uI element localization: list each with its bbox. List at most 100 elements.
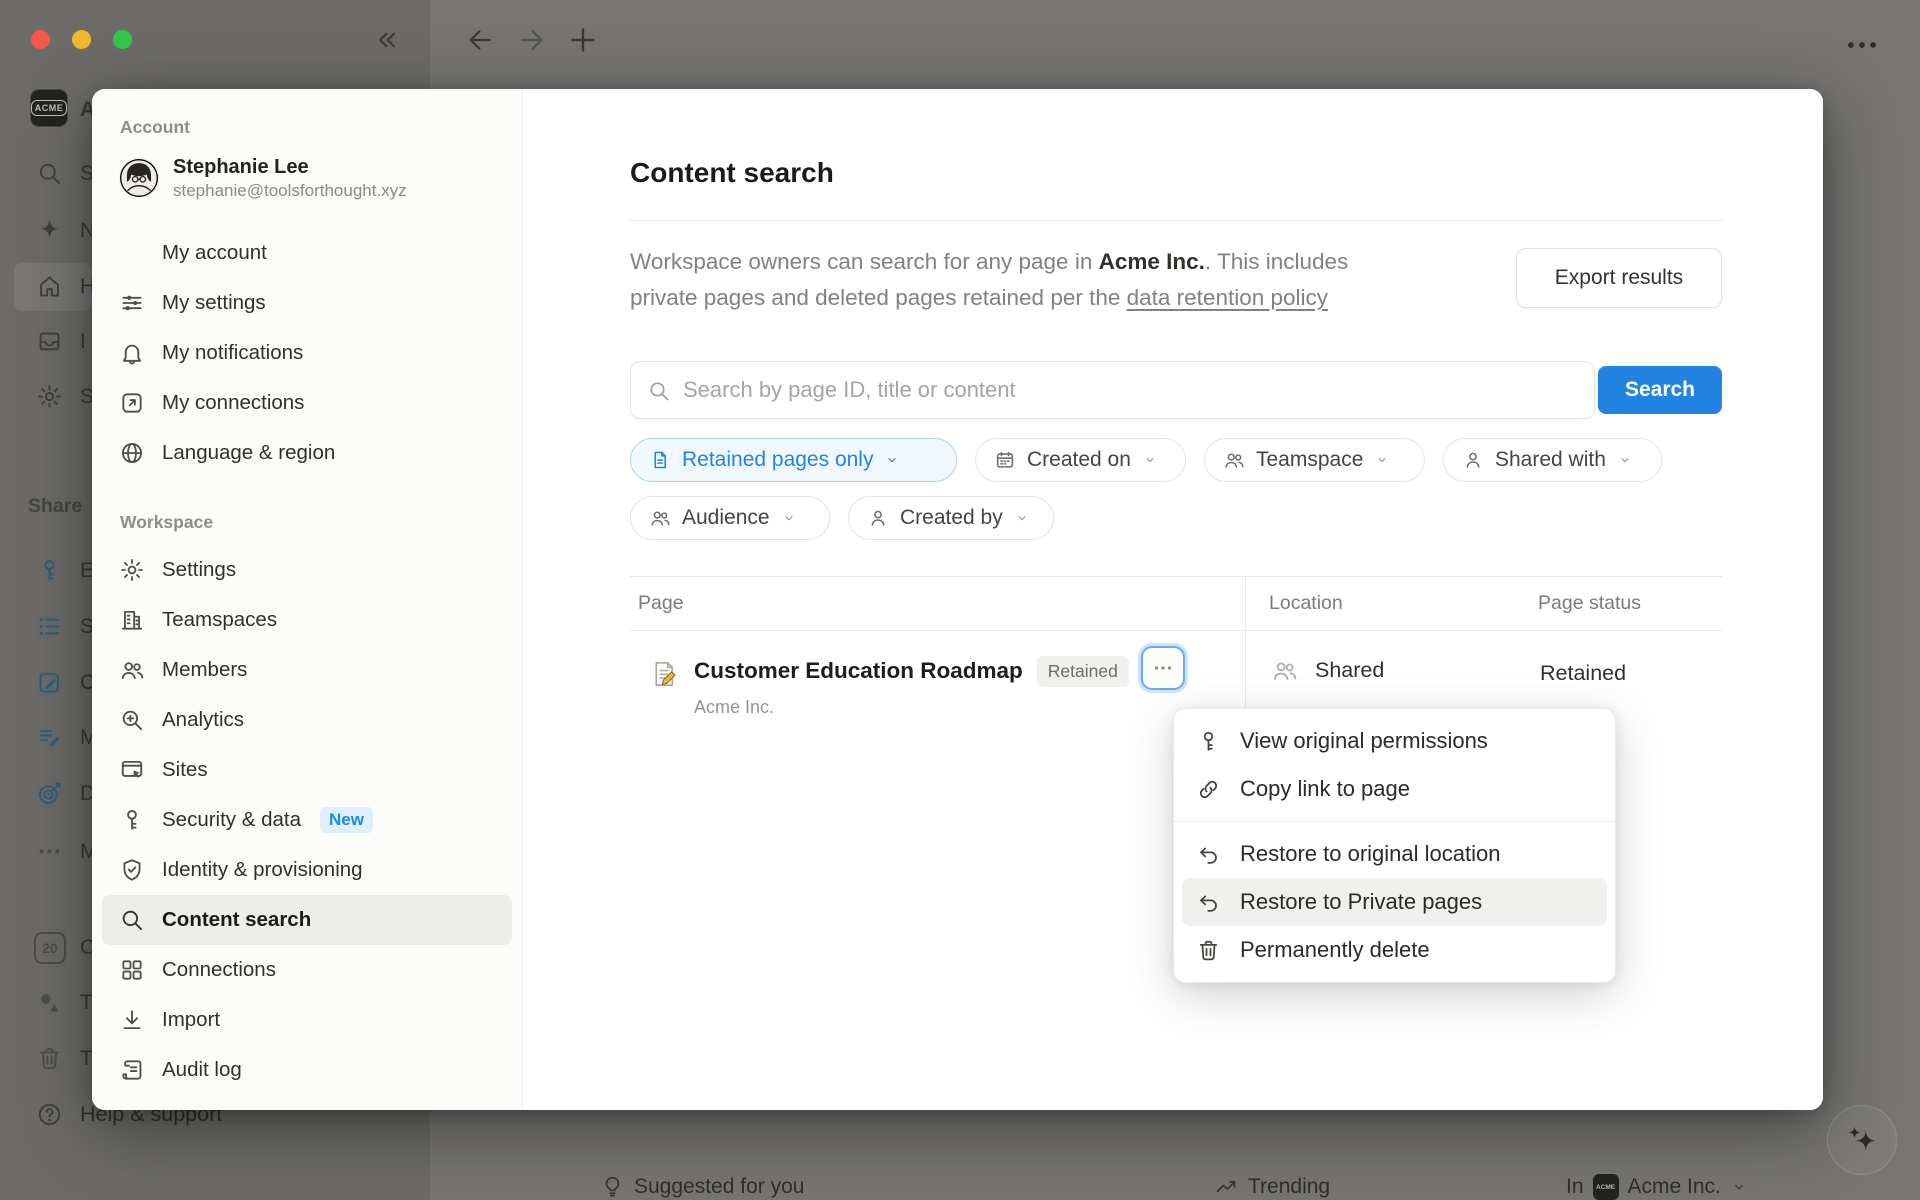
workspace-switcher-logo[interactable]: ACME (30, 89, 68, 127)
sidebar-item-connections[interactable]: Connections (102, 945, 512, 995)
share-box-icon (119, 390, 145, 416)
divider (630, 220, 1722, 221)
minimize-window-button[interactable] (72, 30, 91, 49)
description-text: . This includes (1205, 249, 1348, 274)
collapse-sidebar-icon[interactable] (372, 25, 402, 55)
more-teamspaces-icon[interactable] (36, 838, 63, 865)
trending-icon (1214, 1174, 1239, 1199)
chip-label: Created on (1027, 448, 1131, 472)
page-workspace-subtitle: Acme Inc. (694, 697, 1185, 718)
chevron-down-icon (1617, 452, 1633, 468)
menu-item-label: Copy link to page (1240, 776, 1410, 802)
settings-dialog: Account Stephanie Lee stephanie@toolsfor… (92, 89, 1823, 1110)
menu-item-label: View original permissions (1240, 728, 1488, 754)
ellipsis-icon (1152, 657, 1174, 679)
sidebar-item-label: Security & data (162, 808, 301, 832)
sidebar-item-label: Audit log (162, 1058, 242, 1082)
description: Workspace owners can search for any page… (630, 244, 1530, 316)
menu-item-restore-private-pages[interactable]: Restore to Private pages (1182, 878, 1607, 926)
teamspace-list-icon[interactable] (36, 613, 63, 640)
new-tab-icon[interactable] (566, 23, 600, 57)
gear-icon (119, 557, 145, 583)
sidebar-item-language-region[interactable]: Language & region (102, 428, 512, 478)
filter-created-by[interactable]: Created by (848, 496, 1054, 540)
row-more-options-button[interactable] (1141, 646, 1185, 690)
workspace-filter[interactable]: In ACME Acme Inc. (1566, 1174, 1748, 1200)
sidebar-item-security-data[interactable]: Security & data New (102, 795, 512, 845)
chip-label: Audience (682, 506, 770, 530)
search-row: Search (630, 361, 1722, 419)
sidebar-item-label: Analytics (162, 708, 244, 732)
zoom-window-button[interactable] (113, 30, 132, 49)
teamspace-notes-icon[interactable] (36, 724, 63, 751)
inbox-icon[interactable] (36, 328, 63, 355)
sidebar-item-label: Identity & provisioning (162, 858, 363, 882)
page-title: Content search (630, 157, 834, 189)
chevron-down-icon (1142, 452, 1158, 468)
teamspace-key-icon[interactable] (36, 557, 63, 584)
table-row[interactable]: Customer Education Roadmap Retained Acme… (630, 631, 1722, 718)
templates-icon[interactable] (36, 989, 63, 1016)
sidebar-item-audit-log[interactable]: Audit log (102, 1045, 512, 1095)
sidebar-item-my-settings[interactable]: My settings (102, 278, 512, 328)
calendar-icon[interactable]: 20 (34, 932, 66, 964)
menu-item-permanently-delete[interactable]: Permanently delete (1182, 926, 1607, 974)
backdrop-bottom-letter: C (80, 936, 92, 960)
backdrop-workspace-letter: A (80, 98, 92, 122)
search-box (630, 361, 1595, 419)
teamspace-target-icon[interactable] (36, 780, 63, 807)
sidebar-item-my-connections[interactable]: My connections (102, 378, 512, 428)
menu-item-restore-original-location[interactable]: Restore to original location (1182, 830, 1607, 878)
sidebar-item-identity-provisioning[interactable]: Identity & provisioning (102, 845, 512, 895)
account-section-header: Account (120, 117, 522, 138)
sidebar-item-label: Language & region (162, 441, 335, 465)
sidebar-item-label: My account (162, 241, 267, 265)
memo-page-icon (648, 658, 680, 690)
sidebar-item-import[interactable]: Import (102, 995, 512, 1045)
window-more-options-icon[interactable] (1843, 26, 1881, 64)
location-cell: Shared (1245, 657, 1522, 684)
filter-audience[interactable]: Audience (630, 496, 830, 540)
sidebar-item-my-account[interactable]: My account (102, 228, 512, 278)
sidebar-item-teamspaces[interactable]: Teamspaces (102, 595, 512, 645)
filter-retained-pages-only[interactable]: Retained pages only (630, 438, 957, 482)
sidebar-item-analytics[interactable]: Analytics (102, 695, 512, 745)
data-retention-policy-link[interactable]: data retention policy (1127, 285, 1328, 310)
back-icon[interactable] (464, 24, 496, 56)
backdrop-nav-letter: H (80, 275, 92, 299)
ai-assistant-button[interactable] (1827, 1105, 1897, 1175)
document-icon (649, 449, 671, 471)
search-button[interactable]: Search (1598, 366, 1722, 414)
workspace-name: Acme Inc. (1628, 1175, 1721, 1199)
grid-icon (119, 957, 145, 983)
menu-item-copy-link-to-page[interactable]: Copy link to page (1182, 765, 1607, 813)
filter-created-on[interactable]: Created on (975, 438, 1186, 482)
bell-icon (119, 340, 145, 366)
sidebar-item-my-notifications[interactable]: My notifications (102, 328, 512, 378)
home-icon[interactable] (36, 273, 63, 300)
filter-shared-with[interactable]: Shared with (1443, 438, 1662, 482)
ai-sparkle-icon[interactable] (36, 217, 63, 244)
sidebar-item-content-search[interactable]: Content search (102, 895, 512, 945)
help-icon[interactable] (36, 1101, 63, 1128)
sidebar-item-sites[interactable]: Sites (102, 745, 512, 795)
sidebar-item-members[interactable]: Members (102, 645, 512, 695)
sidebar-item-label: Teamspaces (162, 608, 277, 632)
search-icon[interactable] (36, 160, 63, 187)
export-results-button[interactable]: Export results (1516, 248, 1722, 308)
menu-item-label: Permanently delete (1240, 937, 1430, 963)
retained-badge: Retained (1037, 656, 1129, 687)
backdrop-teamspace-letter: D (80, 782, 92, 806)
filter-teamspace[interactable]: Teamspace (1204, 438, 1425, 482)
sidebar-item-settings[interactable]: Settings (102, 545, 512, 595)
gear-icon[interactable] (36, 383, 63, 410)
search-input[interactable] (631, 362, 1594, 418)
forward-icon (516, 24, 548, 56)
description-text: Workspace owners can search for any page… (630, 249, 1099, 274)
page-title-link[interactable]: Customer Education Roadmap (694, 658, 1023, 684)
teamspace-compose-icon[interactable] (36, 669, 63, 696)
close-window-button[interactable] (31, 30, 50, 49)
suggested-for-you-section: Suggested for you (600, 1174, 804, 1199)
trash-icon[interactable] (36, 1045, 63, 1072)
menu-item-view-original-permissions[interactable]: View original permissions (1182, 717, 1607, 765)
